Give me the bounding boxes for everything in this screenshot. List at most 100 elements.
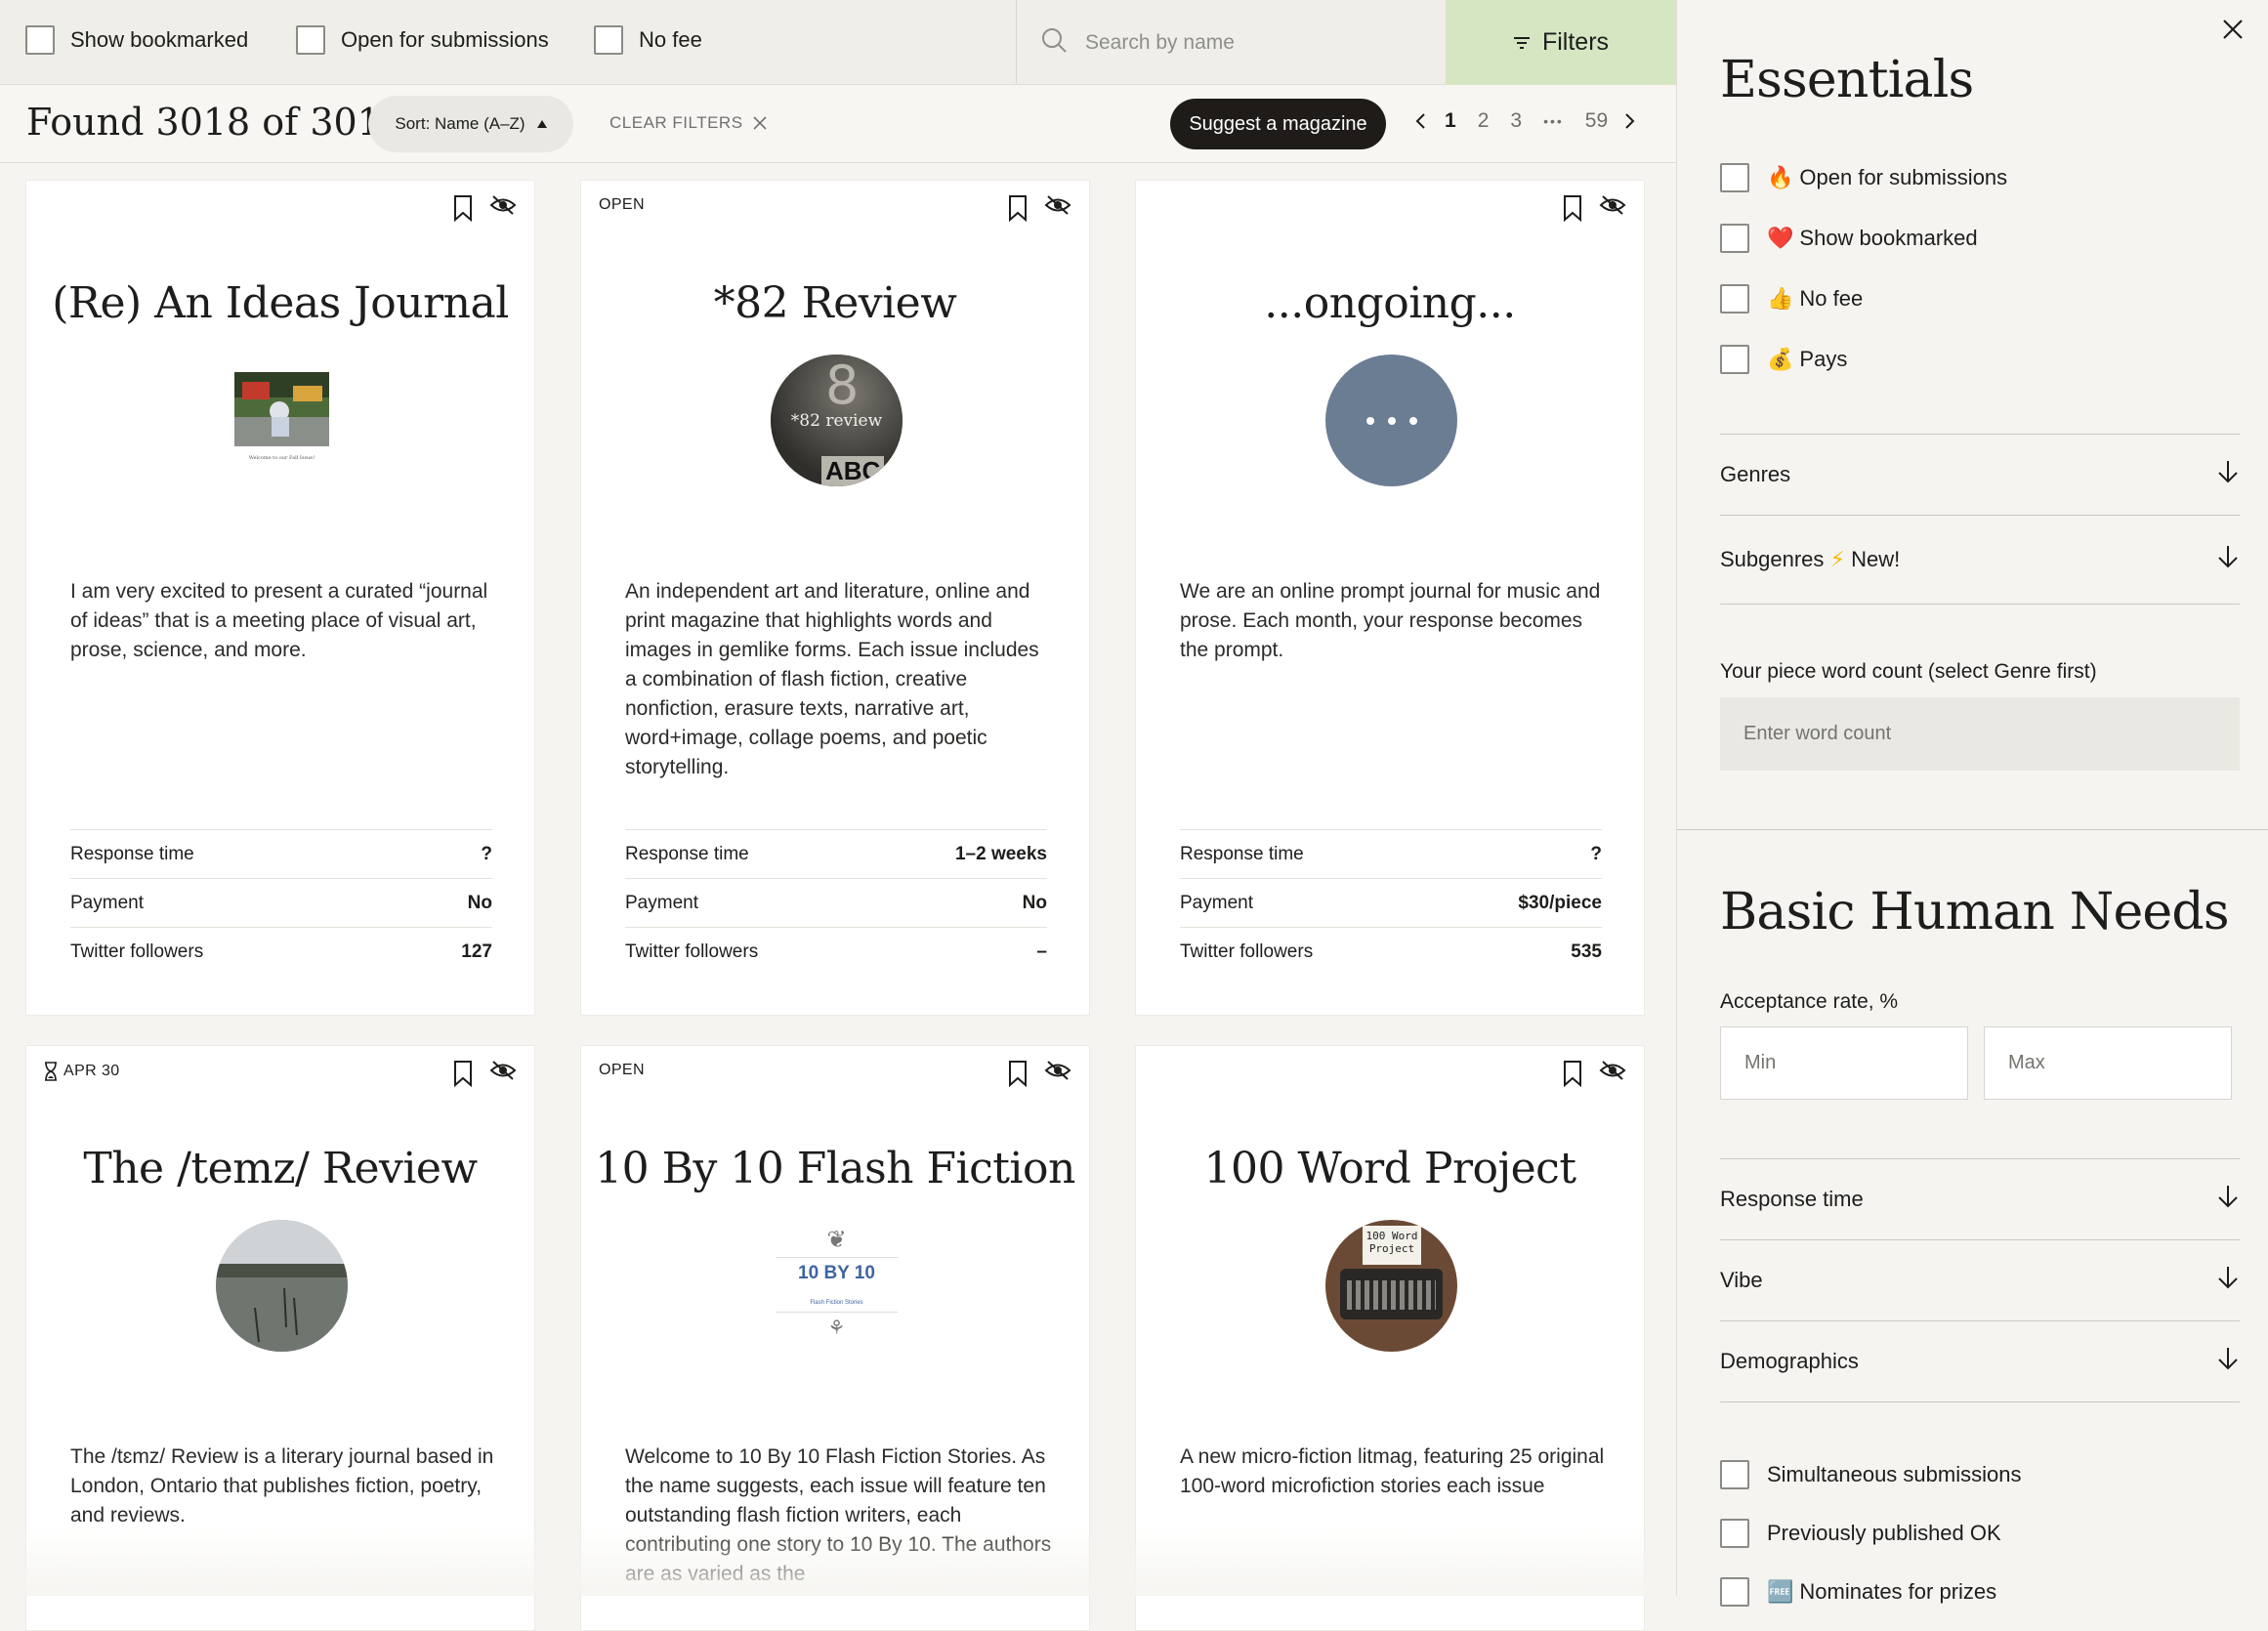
nominates-for-prizes-option[interactable]: 🆓 Nominates for prizes (1720, 1577, 1996, 1607)
checkbox[interactable] (1720, 1577, 1749, 1607)
magazine-card[interactable]: (Re) An Ideas Journal Welcome to our Fal… (25, 180, 535, 1016)
stat-label: Payment (625, 892, 698, 913)
bookmark-icon[interactable] (452, 194, 474, 227)
genres-label: Genres (1720, 462, 1791, 486)
stat-value: – (1036, 941, 1047, 962)
demographics-accordion[interactable]: Demographics (1720, 1321, 2240, 1402)
prev-page-icon[interactable] (1414, 112, 1426, 130)
arrow-down-icon (2216, 1346, 2240, 1377)
open-for-submissions-label: Open for submissions (341, 26, 549, 52)
magazine-card[interactable]: 100 Word Project 100 Word Project A new … (1135, 1045, 1645, 1631)
magazine-card[interactable]: APR 30 The /temz/ Review The /tɛmz/ Revi… (25, 1045, 535, 1631)
stat-value: 535 (1571, 941, 1602, 962)
accordion-label: Vibe (1720, 1268, 1763, 1292)
stat-response-time: Response time 1–2 weeks (625, 829, 1047, 878)
acceptance-min-input[interactable] (1720, 1026, 1968, 1100)
bookmark-icon[interactable] (1007, 1060, 1029, 1092)
clear-filters-button[interactable]: CLEAR FILTERS (609, 113, 767, 133)
stat-twitter-followers: Twitter followers 127 (70, 927, 492, 976)
suggest-magazine-button[interactable]: Suggest a magazine (1170, 99, 1386, 149)
magazine-card[interactable]: OPEN 10 By 10 Flash Fiction ❦ 10 BY 10 F… (580, 1045, 1090, 1631)
close-panel-icon[interactable] (2221, 18, 2245, 46)
hide-eye-icon[interactable] (489, 1060, 517, 1092)
filters-button[interactable]: Filters (1446, 0, 1676, 85)
page-link-2[interactable]: 2 (1478, 109, 1490, 133)
page-link-3[interactable]: 3 (1510, 109, 1522, 133)
magazine-stats: Response time? Payment $30/piece Twitter … (1180, 829, 1602, 976)
results-count: Found 3018 of 3019 (26, 101, 405, 144)
checkbox-label: Nominates for prizes (1799, 1579, 1997, 1604)
bookmark-icon[interactable] (1562, 194, 1583, 227)
checkbox[interactable] (1720, 284, 1749, 314)
bookmark-icon[interactable] (1007, 194, 1029, 227)
deadline-badge: APR 30 (44, 1062, 120, 1081)
magazine-title[interactable]: (Re) An Ideas Journal (26, 278, 534, 328)
filters-label: Filters (1541, 28, 1610, 56)
stat-label: Response time (1180, 843, 1304, 864)
logo-text: 100 Word Project (1365, 1230, 1418, 1255)
arrow-down-icon (2216, 459, 2240, 490)
magazine-card[interactable]: ...ongoing... We are an online prompt jo… (1135, 180, 1645, 1016)
stat-value: No (467, 892, 492, 913)
checkbox[interactable] (1720, 224, 1749, 253)
checkbox-label: Previously published OK (1767, 1521, 2001, 1545)
sort-dropdown[interactable]: Sort: Name (A–Z) (368, 96, 573, 152)
stat-value: 1–2 weeks (954, 843, 1047, 864)
hide-eye-icon[interactable] (489, 194, 517, 227)
magazine-title[interactable]: 10 By 10 Flash Fiction (581, 1144, 1089, 1193)
checkbox[interactable] (1720, 1519, 1749, 1548)
magazine-description: I am very excited to present a curated “… (70, 580, 488, 661)
essential-no-fee[interactable]: 👍 No fee (1720, 284, 1863, 314)
stat-label: Payment (70, 892, 144, 913)
magazine-title[interactable]: *82 Review (581, 278, 1089, 328)
page-ellipsis: ••• (1543, 113, 1564, 129)
checkbox[interactable] (1720, 1460, 1749, 1489)
ornament-icon: ⚘ (827, 1317, 846, 1339)
show-bookmarked-checkbox[interactable] (25, 24, 55, 55)
magazine-title[interactable]: 100 Word Project (1136, 1144, 1644, 1193)
close-icon (752, 116, 767, 130)
subgenres-label: Subgenres (1720, 547, 1825, 571)
essential-open-for-submissions[interactable]: 🔥 Open for submissions (1720, 163, 2007, 192)
word-count-label: Your piece word count (select Genre firs… (1720, 660, 2097, 683)
hide-eye-icon[interactable] (1044, 194, 1071, 227)
magazine-image-caption: Welcome to our Fall Issue! (248, 455, 315, 461)
checkbox[interactable] (1720, 345, 1749, 374)
genres-accordion[interactable]: Genres (1720, 435, 2240, 516)
subgenres-accordion[interactable]: Subgenres ⚡ New! (1720, 516, 2240, 605)
hide-eye-icon[interactable] (1044, 1060, 1071, 1092)
hide-eye-icon[interactable] (1599, 1060, 1626, 1092)
essential-pays[interactable]: 💰 Pays (1720, 345, 1847, 374)
response-time-accordion[interactable]: Response time (1720, 1159, 2240, 1240)
open-for-submissions-checkbox[interactable] (296, 24, 325, 55)
hide-eye-icon[interactable] (1599, 194, 1626, 227)
clear-filters-label: CLEAR FILTERS (609, 113, 743, 132)
magazine-stats: Response time? Payment No Twitter followe… (70, 829, 492, 976)
no-fee-toggle[interactable]: No fee (594, 23, 702, 56)
open-for-submissions-toggle[interactable]: Open for submissions (296, 23, 549, 56)
word-count-input[interactable] (1720, 697, 2240, 771)
magazine-title[interactable]: The /temz/ Review (26, 1144, 534, 1193)
simultaneous-submissions-option[interactable]: Simultaneous submissions (1720, 1460, 2021, 1489)
next-page-icon[interactable] (1624, 112, 1636, 130)
page-link-1[interactable]: 1 (1445, 109, 1456, 133)
magazine-title[interactable]: ...ongoing... (1136, 278, 1644, 328)
money-bag-icon: 💰 (1767, 347, 1794, 371)
arrow-down-icon (2216, 1265, 2240, 1296)
search-input[interactable] (1085, 30, 1417, 55)
magazine-card[interactable]: OPEN *82 Review 8 *82 review ABC An inde… (580, 180, 1090, 1016)
previously-published-option[interactable]: Previously published OK (1720, 1519, 2001, 1548)
show-bookmarked-toggle[interactable]: Show bookmarked (25, 23, 248, 56)
checkbox[interactable] (1720, 163, 1749, 192)
search-box (1016, 0, 1446, 85)
magazine-description: The /tɛmz/ Review is a literary journal … (70, 1445, 494, 1526)
no-fee-checkbox[interactable] (594, 24, 623, 55)
magazine-stats: Response time 1–2 weeks Payment No Twitter… (625, 829, 1047, 976)
page-link-59[interactable]: 59 (1585, 109, 1608, 133)
vibe-accordion[interactable]: Vibe (1720, 1240, 2240, 1321)
acceptance-max-input[interactable] (1984, 1026, 2232, 1100)
checkbox-label: No fee (1799, 286, 1864, 311)
bookmark-icon[interactable] (1562, 1060, 1583, 1092)
bookmark-icon[interactable] (452, 1060, 474, 1092)
essential-show-bookmarked[interactable]: ❤️ Show bookmarked (1720, 224, 1978, 253)
